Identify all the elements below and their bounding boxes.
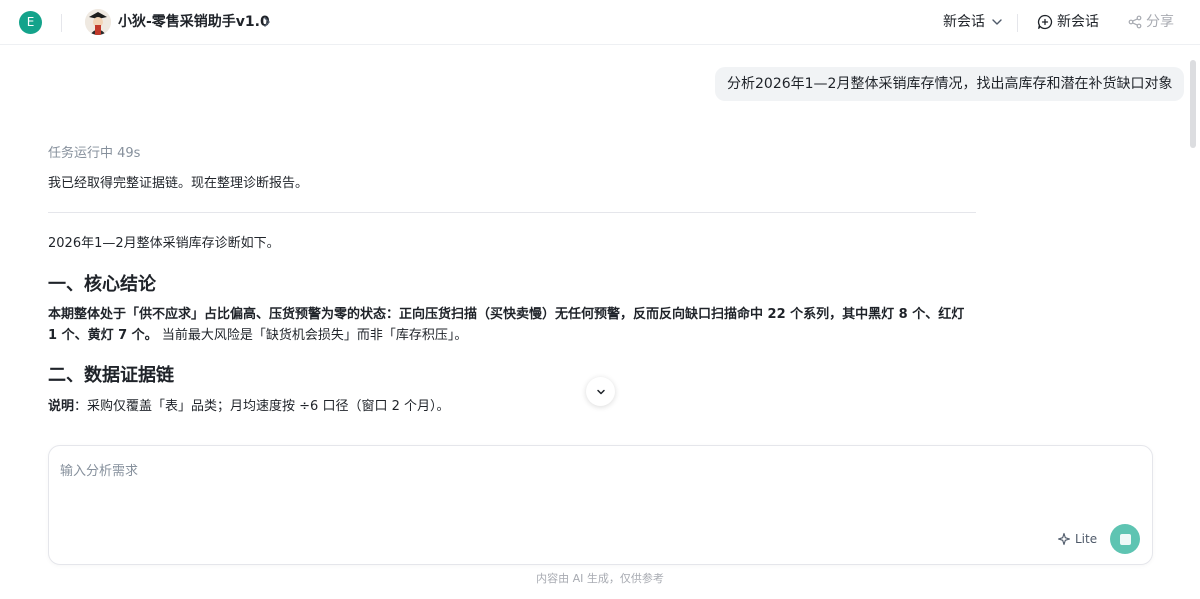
new-session-button[interactable]: 新会话	[1037, 12, 1099, 32]
report-lead: 2026年1—2月整体采销库存诊断如下。	[48, 236, 280, 251]
composer: Lite	[48, 445, 1153, 565]
scroll-to-bottom-button[interactable]	[586, 377, 615, 406]
evidence-note-text: ：采购仅覆盖「表」品类；月均速度按 ÷6 口径（窗口 2 个月）。	[74, 399, 450, 414]
chevron-down-icon	[992, 19, 1002, 25]
stop-icon	[1119, 533, 1131, 545]
scrollbar-thumb[interactable]	[1190, 60, 1196, 148]
session-dropdown-label: 新会话	[943, 14, 985, 30]
top-header: E 小狄-零售采销助手v1.0 新会话 新会话 分享	[0, 0, 1200, 45]
section-heading-evidence: 二、数据证据链	[48, 365, 174, 386]
mode-lite-label: Lite	[1075, 532, 1098, 546]
evidence-note: 说明：采购仅覆盖「表」品类；月均速度按 ÷6 口径（窗口 2 个月）。	[48, 396, 978, 417]
task-status: 任务运行中 49s	[48, 146, 141, 161]
section-heading-conclusion: 一、核心结论	[48, 274, 156, 295]
share-icon	[1128, 15, 1142, 29]
share-button[interactable]: 分享	[1128, 12, 1174, 32]
conclusion-bold-text-cont: 1 个、黄灯 7 个。	[48, 328, 158, 343]
analysis-input[interactable]	[60, 460, 1140, 520]
conclusion-paragraph: 本期整体处于「供不应求」占比偏高、压货预警为零的状态：正向压货扫描（买快卖慢）无…	[48, 304, 978, 346]
user-message-bubble: 分析2026年1—2月整体采销库存情况，找出高库存和潜在补货缺口对象	[715, 67, 1185, 101]
message-divider	[48, 212, 976, 213]
conclusion-bold-text: 本期整体处于「供不应求」占比偏高、压货预警为零的状态：正向压货扫描（买快卖慢）无…	[48, 307, 965, 322]
conclusion-risk-text: 当前最大风险是「缺货机会损失」而非「库存积压」。	[161, 328, 468, 343]
assistant-intro: 我已经取得完整证据链。现在整理诊断报告。	[48, 176, 309, 191]
agent-avatar-icon[interactable]	[85, 9, 111, 35]
new-chat-icon	[1037, 14, 1053, 30]
stop-button[interactable]	[1110, 524, 1140, 554]
ai-disclaimer: 内容由 AI 生成，仅供参考	[536, 572, 664, 585]
sparkle-icon	[1057, 532, 1071, 546]
chevron-down-icon	[596, 389, 605, 394]
user-avatar[interactable]: E	[19, 11, 42, 34]
header-divider	[1017, 14, 1018, 32]
mode-lite-button[interactable]: Lite	[1057, 530, 1097, 548]
chevron-right-icon[interactable]	[260, 14, 274, 30]
header-divider	[61, 14, 62, 32]
session-dropdown[interactable]: 新会话	[943, 12, 1004, 32]
share-label: 分享	[1146, 14, 1174, 30]
evidence-note-label: 说明	[48, 399, 75, 414]
agent-title[interactable]: 小狄-零售采销助手v1.0	[118, 12, 270, 32]
new-session-label: 新会话	[1057, 14, 1099, 30]
